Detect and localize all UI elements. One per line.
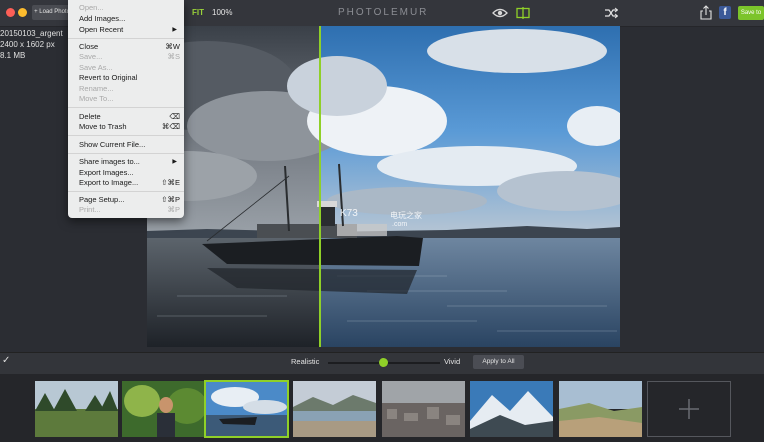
app-title: PHOTOLEMUR <box>338 7 429 18</box>
menu-separator <box>68 135 184 136</box>
submenu-arrow-icon: ▶ <box>172 159 177 165</box>
shortcut-export: ⇧⌘E <box>161 178 180 187</box>
compare-divider[interactable] <box>319 26 321 347</box>
menu-separator <box>68 191 184 192</box>
menu-item-show-current-file[interactable]: Show Current File... <box>79 140 145 149</box>
shortcut-save: ⌘S <box>167 52 180 61</box>
submenu-arrow-icon: ▶ <box>172 27 177 33</box>
menu-item-close[interactable]: Close <box>79 42 98 51</box>
menu-item-delete[interactable]: Delete <box>79 112 101 121</box>
menu-item-add-images[interactable]: Add Images... <box>79 14 125 23</box>
menu-item-save[interactable]: Save... <box>79 52 102 61</box>
compare-icon[interactable] <box>516 7 530 19</box>
menu-item-save-as[interactable]: Save As... <box>79 63 113 72</box>
check-icon[interactable]: ✓ <box>2 355 10 366</box>
menu-item-open[interactable]: Open... <box>79 3 104 12</box>
menu-separator <box>68 107 184 108</box>
menu-item-open-recent[interactable]: Open Recent <box>79 25 123 34</box>
add-icon <box>679 399 699 419</box>
menu-separator <box>68 38 184 39</box>
minimize-window-icon[interactable] <box>18 8 27 17</box>
menu-item-revert[interactable]: Revert to Original <box>79 73 137 82</box>
thumbnail-rocky-coast[interactable] <box>559 381 642 437</box>
vivid-label: Vivid <box>444 357 461 366</box>
watermark-text: 电玩之家 <box>390 211 422 220</box>
close-window-icon[interactable] <box>6 8 15 17</box>
thumbnail-coastal-city[interactable] <box>293 381 376 437</box>
menu-item-move-to[interactable]: Move To... <box>79 94 113 103</box>
shortcut-trash: ⌘⌫ <box>161 122 180 131</box>
shortcut-close: ⌘W <box>165 42 180 51</box>
file-size: 8.1 MB <box>0 51 26 60</box>
file-dimensions: 2400 x 1602 px <box>0 40 55 49</box>
save-button[interactable]: Save to <box>738 6 764 20</box>
thumbnail-woman-forest[interactable] <box>122 381 205 437</box>
load-photo-button[interactable]: + Load Photo <box>32 5 72 20</box>
watermark-logo: K73 <box>340 208 358 219</box>
photo-preview[interactable] <box>147 26 620 347</box>
watermark-domain: .com <box>392 221 408 228</box>
add-image-tile[interactable] <box>647 381 731 437</box>
facebook-icon[interactable]: f <box>719 6 731 19</box>
shortcut-page-setup: ⇧⌘P <box>161 195 180 204</box>
eye-icon[interactable] <box>492 7 508 19</box>
menu-item-move-to-trash[interactable]: Move to Trash <box>79 122 127 131</box>
realistic-label: Realistic <box>291 357 320 366</box>
menu-item-export-to-image[interactable]: Export to Image... <box>79 178 138 187</box>
menu-item-print[interactable]: Print... <box>79 205 101 214</box>
thumbnail-meadow[interactable] <box>35 381 118 437</box>
menu-item-rename[interactable]: Rename... <box>79 84 114 93</box>
menu-separator <box>68 153 184 154</box>
menu-item-page-setup[interactable]: Page Setup... <box>79 195 124 204</box>
shortcut-print: ⌘P <box>167 205 180 214</box>
thumbnail-ship-harbor[interactable] <box>204 380 289 438</box>
fit-button[interactable]: FIT <box>192 8 204 17</box>
zoom-level[interactable]: 100% <box>212 8 232 17</box>
thumbnail-snowy-mountains[interactable] <box>470 381 553 437</box>
shuffle-icon[interactable] <box>604 7 618 19</box>
shortcut-delete: ⌫ <box>169 112 180 121</box>
menu-item-share-images[interactable]: Share images to... <box>79 157 140 166</box>
menu-item-export-images[interactable]: Export Images... <box>79 168 134 177</box>
file-name: 20150103_argent <box>0 29 63 38</box>
share-icon[interactable] <box>700 5 712 20</box>
thumbnail-city-dusk[interactable] <box>382 381 465 437</box>
apply-to-all-button[interactable]: Apply to All <box>473 355 524 369</box>
file-menu: Open... Add Images... Open Recent ▶ Clos… <box>68 0 184 218</box>
style-slider-knob[interactable] <box>379 358 388 367</box>
